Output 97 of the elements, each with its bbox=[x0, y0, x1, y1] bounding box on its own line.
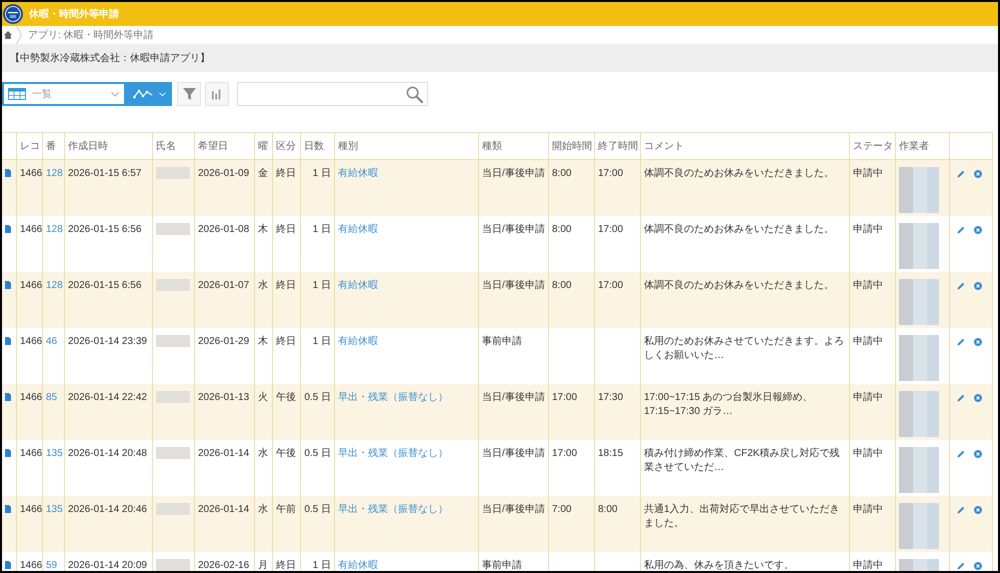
search-field[interactable] bbox=[237, 82, 428, 106]
avatar-placeholder bbox=[899, 391, 939, 437]
graph-view-button[interactable] bbox=[126, 82, 172, 106]
cross-circle-icon[interactable] bbox=[974, 338, 982, 346]
column-header[interactable]: コメント bbox=[640, 133, 849, 159]
column-header[interactable]: 区分 bbox=[272, 133, 300, 159]
column-header[interactable]: 作成日時 bbox=[64, 133, 152, 159]
column-header[interactable]: 日数 bbox=[300, 133, 334, 159]
leave-type-link[interactable]: 早出・残業（振替なし） bbox=[338, 448, 448, 459]
search-icon[interactable] bbox=[406, 86, 423, 102]
table-cell: 1 日 bbox=[300, 552, 334, 571]
document-icon[interactable] bbox=[5, 225, 11, 233]
filter-icon bbox=[182, 88, 196, 100]
document-icon[interactable] bbox=[5, 281, 11, 289]
table-cell: 2026-02-16 bbox=[194, 552, 254, 571]
record-number-link[interactable]: 135 bbox=[46, 448, 63, 459]
pencil-icon[interactable] bbox=[957, 170, 965, 178]
record-number-link[interactable]: 46 bbox=[46, 336, 58, 347]
pencil-icon[interactable] bbox=[957, 394, 965, 402]
home-icon[interactable] bbox=[4, 31, 12, 39]
blurred-name-placeholder bbox=[156, 447, 190, 459]
app-name-label: 【中勢製氷冷蔵株式会社：休暇申請アプリ】 bbox=[10, 52, 210, 66]
blurred-name-placeholder bbox=[156, 391, 190, 403]
record-number-link[interactable]: 128 bbox=[46, 224, 63, 235]
pencil-icon[interactable] bbox=[957, 506, 965, 514]
record-number-link[interactable]: 128 bbox=[46, 168, 63, 179]
cross-circle-icon[interactable] bbox=[974, 282, 982, 290]
column-header[interactable]: 氏名 bbox=[152, 133, 194, 159]
table-cell: 月 bbox=[254, 552, 272, 571]
record-number-link[interactable]: 128 bbox=[46, 280, 63, 291]
column-header[interactable]: レコ bbox=[16, 133, 42, 159]
leave-type-link[interactable]: 有給休暇 bbox=[338, 560, 378, 571]
blurred-name-placeholder bbox=[156, 335, 190, 347]
cross-circle-icon[interactable] bbox=[974, 226, 982, 234]
blurred-name-placeholder bbox=[156, 167, 190, 179]
avatar-placeholder bbox=[899, 447, 939, 493]
chevron-separator-icon bbox=[16, 26, 22, 44]
document-icon[interactable] bbox=[5, 449, 11, 457]
document-icon[interactable] bbox=[5, 169, 11, 177]
caret-down-icon bbox=[111, 92, 119, 96]
document-icon[interactable] bbox=[5, 393, 11, 401]
line-graph-icon bbox=[132, 89, 152, 99]
caret-down-icon bbox=[158, 92, 166, 96]
cross-circle-icon[interactable] bbox=[974, 506, 982, 514]
table-cell: 1466 bbox=[16, 552, 42, 571]
column-header[interactable]: 種類 bbox=[478, 133, 548, 159]
table-cell: 申請中 bbox=[849, 552, 895, 571]
pencil-icon[interactable] bbox=[957, 562, 965, 570]
pencil-icon[interactable] bbox=[957, 226, 965, 234]
leave-type-link[interactable]: 早出・残業（振替なし） bbox=[338, 392, 448, 403]
table-cell: 事前申請 bbox=[478, 552, 548, 571]
cross-circle-icon[interactable] bbox=[974, 394, 982, 402]
column-header[interactable]: 作業者 bbox=[895, 133, 949, 159]
cross-circle-icon[interactable] bbox=[974, 450, 982, 458]
avatar-placeholder bbox=[899, 503, 939, 549]
leave-type-link[interactable]: 有給休暇 bbox=[338, 336, 378, 347]
leave-type-link[interactable]: 有給休暇 bbox=[338, 224, 378, 235]
avatar-placeholder bbox=[899, 223, 939, 269]
column-header[interactable]: 番 bbox=[42, 133, 64, 159]
document-icon[interactable] bbox=[5, 561, 11, 569]
column-header[interactable]: 終了時間 bbox=[594, 133, 640, 159]
chart-button[interactable] bbox=[205, 82, 229, 106]
document-icon[interactable] bbox=[5, 505, 11, 513]
pencil-icon[interactable] bbox=[957, 338, 965, 346]
blurred-name-placeholder bbox=[156, 503, 190, 515]
record-number-link[interactable]: 85 bbox=[46, 392, 58, 403]
bar-chart-icon bbox=[212, 88, 222, 100]
table-cell: 私用の為、休みを頂きたいです。 bbox=[640, 552, 849, 571]
cross-circle-icon[interactable] bbox=[974, 562, 982, 570]
table-cell: 2026-01-14 20:09 bbox=[64, 552, 152, 571]
cross-circle-icon[interactable] bbox=[974, 170, 982, 178]
column-header[interactable]: ステータ bbox=[849, 133, 895, 159]
filter-button[interactable] bbox=[177, 82, 201, 106]
record-number-link[interactable]: 59 bbox=[46, 560, 58, 571]
leave-type-link[interactable]: 有給休暇 bbox=[338, 280, 378, 291]
pencil-icon[interactable] bbox=[957, 450, 965, 458]
document-icon[interactable] bbox=[5, 337, 11, 345]
table-grid-icon bbox=[8, 88, 26, 100]
app-title: 休暇・時間外等申請 bbox=[29, 8, 119, 22]
column-header[interactable]: 種別 bbox=[334, 133, 478, 159]
pencil-icon[interactable] bbox=[957, 282, 965, 290]
column-header[interactable]: 開始時間 bbox=[548, 133, 594, 159]
column-header[interactable]: 曜 bbox=[254, 133, 272, 159]
breadcrumb-link[interactable]: アプリ: 休暇・時間外等申請 bbox=[28, 28, 154, 42]
view-select[interactable]: 一覧 bbox=[2, 82, 126, 106]
table-cell: 終日 bbox=[272, 552, 300, 571]
blurred-name-placeholder bbox=[156, 279, 190, 291]
app-logo-icon bbox=[3, 4, 23, 24]
blurred-name-placeholder bbox=[156, 223, 190, 235]
record-number-link[interactable]: 135 bbox=[46, 504, 63, 515]
column-header[interactable]: 希望日 bbox=[194, 133, 254, 159]
leave-type-link[interactable]: 有給休暇 bbox=[338, 168, 378, 179]
leave-type-link[interactable]: 早出・残業（振替なし） bbox=[338, 504, 448, 515]
avatar-placeholder bbox=[899, 279, 939, 325]
avatar-placeholder bbox=[899, 167, 939, 213]
blurred-name-placeholder bbox=[156, 559, 190, 571]
avatar-placeholder bbox=[899, 335, 939, 381]
